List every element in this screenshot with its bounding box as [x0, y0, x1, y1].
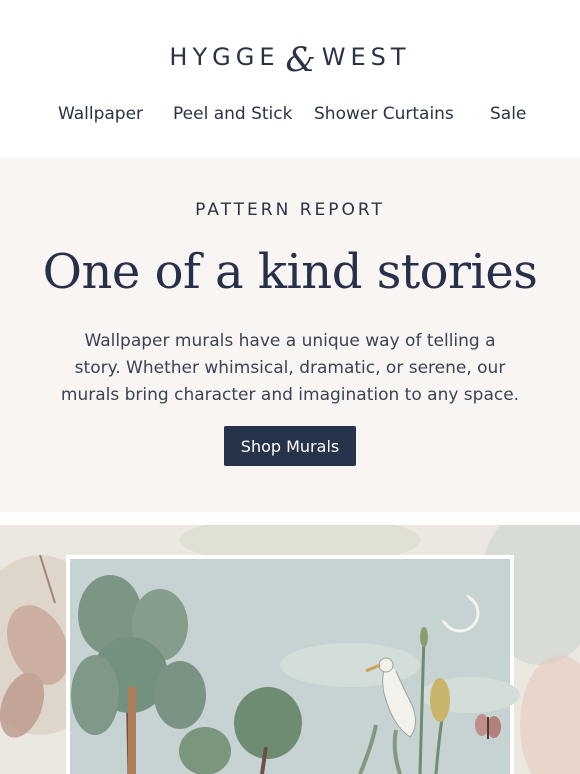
hero-body: Wallpaper murals have a unique way of te…	[60, 331, 520, 405]
hero-headline: One of a kind stories	[42, 244, 538, 300]
shop-murals-button[interactable]: Shop Murals	[224, 426, 356, 466]
mural-illustration	[0, 525, 580, 774]
wooden-post	[128, 687, 136, 774]
nav-item-wallpaper[interactable]: Wallpaper	[58, 104, 143, 124]
nav-item-peel-and-stick[interactable]: Peel and Stick	[173, 104, 292, 124]
nav-item-shower-curtains[interactable]: Shower Curtains	[314, 104, 454, 124]
brand-name-right: WEST	[321, 43, 411, 71]
brand-name-left: HYGGE	[169, 43, 280, 71]
hero-section: PATTERN REPORT One of a kind stories Wal…	[0, 158, 580, 512]
mural-image[interactable]	[0, 525, 580, 774]
brand-ampersand: &	[285, 40, 316, 80]
email-header: HYGGE & WEST Wallpaper Peel and Stick Show…	[0, 0, 580, 158]
eyebrow-text: PATTERN REPORT	[195, 200, 385, 220]
brand-logo[interactable]: HYGGE & WEST	[0, 40, 580, 80]
main-nav: Wallpaper Peel and Stick Shower Curtains…	[0, 104, 580, 126]
nav-item-sale[interactable]: Sale	[490, 104, 526, 124]
